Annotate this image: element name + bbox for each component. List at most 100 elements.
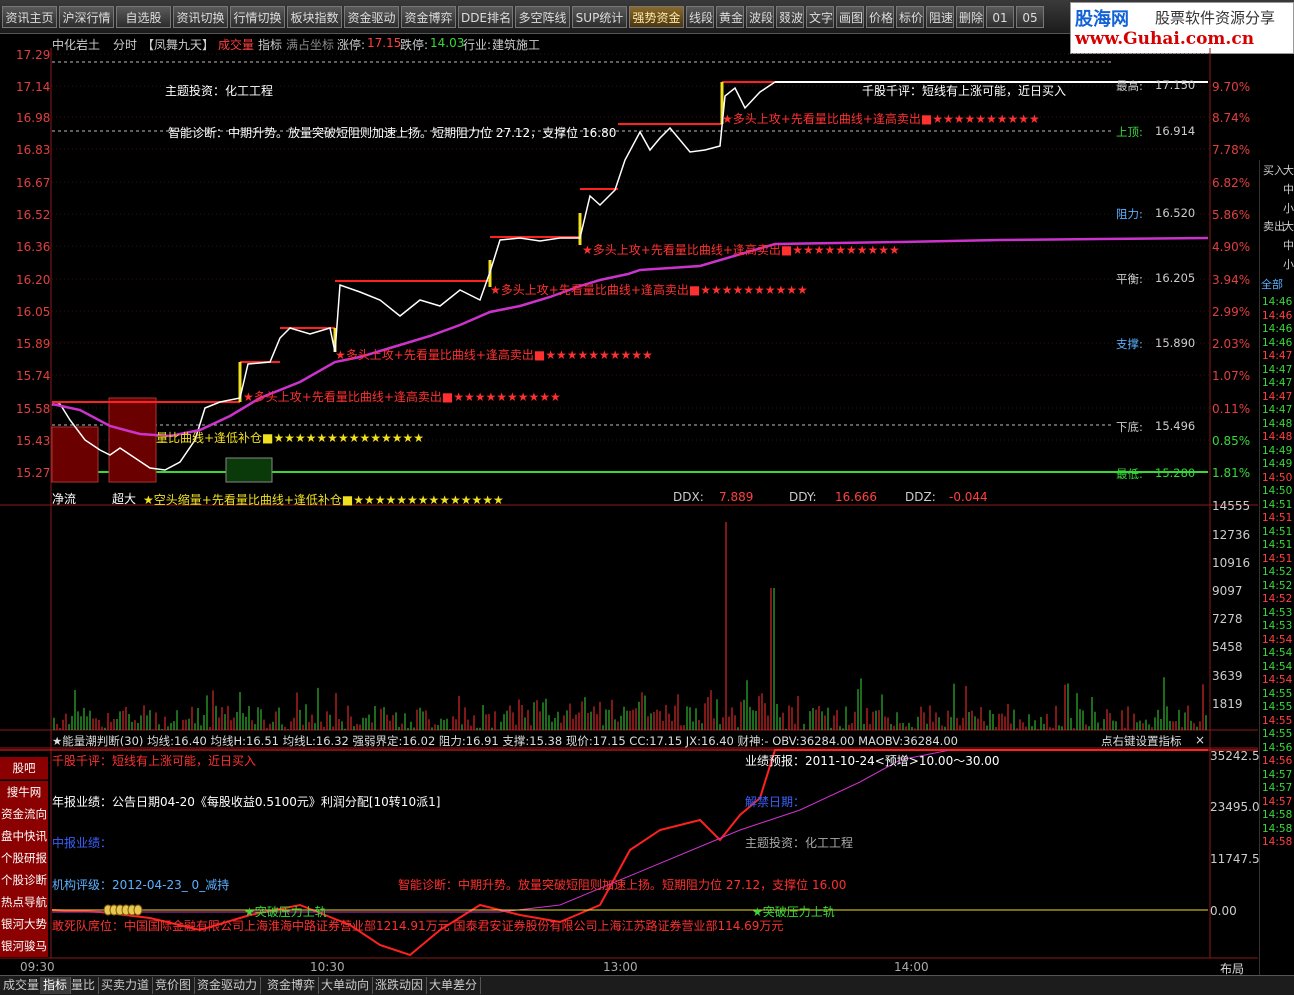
bottom-tab[interactable]: 资金博弈 xyxy=(264,977,320,994)
trade-time: 14:51 xyxy=(1262,539,1293,551)
volume-tick: 10916 xyxy=(1212,556,1251,570)
trade-time: 14:55 xyxy=(1262,687,1293,700)
level-value: 16.914 xyxy=(1155,124,1196,138)
coin-icon xyxy=(133,904,143,916)
trade-time: 14:48 xyxy=(1262,431,1293,443)
yejiyubao: 业绩预报：2011-10-24<预增>10.00～30.00 xyxy=(745,754,1000,768)
left-menu-item[interactable]: 资金流向 xyxy=(0,803,48,826)
trade-time: 14:46 xyxy=(1262,336,1293,349)
trade-time: 14:56 xyxy=(1262,755,1293,767)
pct-tick: 0.85% xyxy=(1212,434,1251,448)
da-label[interactable]: 大 xyxy=(1283,162,1294,178)
trade-time: 14:57 xyxy=(1262,782,1293,794)
xiao-label[interactable]: 小 xyxy=(1283,256,1294,272)
trade-time: 14:58 xyxy=(1262,809,1293,821)
left-menu-item[interactable]: 银河骏马 xyxy=(0,935,48,958)
level-label: 下底: xyxy=(1116,420,1143,434)
bottom-tab[interactable]: 成交量 xyxy=(0,977,44,994)
zhenduan-text: 智能诊断：中期升势。放量突破短阻则加速上扬。短期阻力位 27.12，支撑位 16… xyxy=(168,126,617,140)
pct-tick: 9.70% xyxy=(1212,80,1251,94)
jingliu-label: 净流 xyxy=(52,492,77,506)
trade-time: 14:55 xyxy=(1262,728,1293,740)
trade-time: 14:51 xyxy=(1262,552,1293,565)
bottom-tab[interactable]: 量比 xyxy=(68,977,100,994)
signal-box xyxy=(225,457,273,483)
trade-time: 14:48 xyxy=(1262,417,1293,430)
time-tick: 14:00 xyxy=(894,960,929,974)
trade-time: 14:52 xyxy=(1262,579,1293,592)
bottom-zhuti: 主题投资：化工工程 xyxy=(745,836,854,850)
pct-tick: 3.94% xyxy=(1212,273,1251,287)
trade-time: 14:49 xyxy=(1262,444,1293,457)
buy-label[interactable]: 买入 xyxy=(1263,162,1285,178)
close-icon[interactable]: × xyxy=(1195,733,1205,747)
bottom-qiangu: 千股千评：短线有上涨可能，近日买入 xyxy=(52,754,257,768)
trade-time: 14:57 xyxy=(1262,768,1293,781)
left-menu-item[interactable]: 热点导航 xyxy=(0,891,48,914)
indicator-params[interactable]: ★能量潮判断(30) 均线:16.40 均线H:16.51 均线L:16.32 … xyxy=(52,733,958,749)
price-tick: 16.05 xyxy=(16,305,51,319)
volume-tick: 5458 xyxy=(1212,640,1243,654)
pct-tick: 2.99% xyxy=(1212,305,1251,319)
volume-tick: 9097 xyxy=(1212,584,1243,598)
trade-time: 14:47 xyxy=(1262,377,1293,389)
left-menu-item[interactable]: 盘中快讯 xyxy=(0,825,48,848)
price-tick: 16.36 xyxy=(16,240,51,254)
price-tick: 16.52 xyxy=(16,208,51,222)
price-tick: 16.20 xyxy=(16,273,51,287)
da-label[interactable]: 大 xyxy=(1283,218,1294,234)
obv-tick: 0.00 xyxy=(1210,904,1237,918)
level-value: 16.520 xyxy=(1155,206,1196,220)
jiejin: 解禁日期： xyxy=(745,795,806,809)
trade-time: 14:55 xyxy=(1262,714,1293,727)
pct-tick: 1.07% xyxy=(1212,369,1251,383)
pct-tick: 7.78% xyxy=(1212,143,1251,157)
price-tick: 15.58 xyxy=(16,402,51,416)
price-tick: 15.74 xyxy=(16,369,51,383)
ddy-label: DDY: xyxy=(789,490,817,504)
trade-time: 14:51 xyxy=(1262,512,1293,524)
left-menu-item[interactable]: 股吧 xyxy=(0,757,48,780)
bottom-tab[interactable]: 资金驱动力 xyxy=(194,977,262,994)
ddz-value: -0.044 xyxy=(949,490,988,504)
price-tick: 16.83 xyxy=(16,143,51,157)
trade-time: 14:54 xyxy=(1262,660,1293,673)
left-menu-item[interactable]: 搜牛网 xyxy=(0,781,48,804)
sell-label[interactable]: 卖出 xyxy=(1263,218,1285,234)
price-tick: 16.98 xyxy=(16,111,51,125)
bottom-tab[interactable]: 竞价图 xyxy=(152,977,196,994)
price-tick: 16.67 xyxy=(16,176,51,190)
level-value: 15.496 xyxy=(1155,419,1196,433)
volume-tick: 7278 xyxy=(1212,612,1243,626)
trade-time: 14:47 xyxy=(1262,350,1293,362)
level-value: 15.280 xyxy=(1155,466,1196,480)
xiao-label[interactable]: 小 xyxy=(1283,200,1294,216)
bottom-tab[interactable]: 大单差分 xyxy=(426,977,482,994)
level-label: 支撑: xyxy=(1116,337,1143,351)
bottom-tab[interactable]: 涨跌动因 xyxy=(372,977,428,994)
left-menu-item[interactable]: 银河大势 xyxy=(0,913,48,936)
zhuti-text: 主题投资：化工工程 xyxy=(165,84,274,98)
zhongbao: 中报业绩： xyxy=(52,836,113,850)
average-line xyxy=(51,236,1209,438)
bottom-tab[interactable]: 大单动向 xyxy=(318,977,374,994)
bottom-tab[interactable]: 指标 xyxy=(40,977,72,994)
bottom-tab[interactable]: 买卖力道 xyxy=(98,977,154,994)
jigou: 机构评级：2012-04-23_ 0_减持 xyxy=(52,878,230,892)
level-label: 阻力: xyxy=(1116,207,1143,221)
pct-tick: 6.82% xyxy=(1212,176,1251,190)
price-tick: 15.89 xyxy=(16,337,51,351)
trade-time: 14:50 xyxy=(1262,471,1293,484)
zhong-label[interactable]: 中 xyxy=(1283,237,1294,253)
signal-text-4: ★多头上攻+先看量比曲线+逢高卖出■★★★★★★★★★★ xyxy=(582,243,900,257)
chaoda-label: 超大 xyxy=(112,492,137,506)
signal-text-5: ★多头上攻+先看量比曲线+逢高卖出■★★★★★★★★★★ xyxy=(722,112,1040,126)
left-menu-item[interactable]: 个股研报 xyxy=(0,847,48,870)
bottom-zhenduan: 智能诊断：中期升势。放量突破短阻则加速上扬。短期阻力位 27.12，支撑位 16… xyxy=(398,878,847,892)
trade-time: 14:53 xyxy=(1262,620,1293,632)
indicator-settings-hint[interactable]: 点右键设置指标 xyxy=(1101,733,1182,749)
zhong-label[interactable]: 中 xyxy=(1283,181,1294,197)
left-menu-item[interactable]: 个股诊断 xyxy=(0,869,48,892)
all-tab[interactable]: 全部 xyxy=(1261,276,1283,292)
price-tick: 15.43 xyxy=(16,434,51,448)
